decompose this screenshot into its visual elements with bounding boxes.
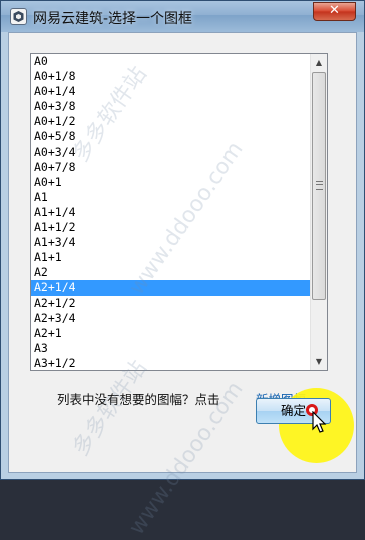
list-item[interactable]: A0 — [31, 54, 311, 69]
mouse-cursor-icon — [312, 411, 327, 433]
list-item[interactable]: A1+1/4 — [31, 205, 311, 220]
dialog-window: 网易云建筑-选择一个图框 ✕ A0 A0+1/8 A0+1/4 A0+3/8 A0+1/… — [0, 0, 365, 540]
frame-listbox[interactable]: A0 A0+1/8 A0+1/4 A0+3/8 A0+1/2 A0+5/8 A0+3/4 A0… — [30, 53, 328, 371]
list-item[interactable]: A1+3/4 — [31, 235, 311, 250]
list-item[interactable]: A1 — [31, 190, 311, 205]
frame-list[interactable]: A0 A0+1/8 A0+1/4 A0+3/8 A0+1/2 A0+5/8 A0+3/4 A0… — [31, 54, 311, 370]
list-item[interactable]: A0+1/8 — [31, 69, 311, 84]
list-item[interactable]: A0+3/4 — [31, 145, 311, 160]
list-item[interactable]: A2+1/4 — [31, 280, 311, 296]
list-item[interactable]: A3+1/2 — [31, 356, 311, 370]
hint-text: 列表中没有想要的图幅？点击 — [57, 392, 220, 407]
list-item[interactable]: A2+3/4 — [31, 311, 311, 326]
list-item[interactable]: A0+7/8 — [31, 160, 311, 175]
list-item[interactable]: A1+1/2 — [31, 220, 311, 235]
list-item[interactable]: A3 — [31, 341, 311, 356]
list-item[interactable]: A0+1/4 — [31, 84, 311, 99]
list-item[interactable]: A2+1 — [31, 326, 311, 341]
scroll-up-icon[interactable]: ▲ — [311, 54, 327, 71]
scroll-down-icon[interactable]: ▼ — [311, 353, 327, 370]
list-item[interactable]: A0+5/8 — [31, 129, 311, 144]
list-item[interactable]: A0+1/2 — [31, 114, 311, 129]
app-icon — [10, 8, 27, 25]
list-item[interactable]: A0+3/8 — [31, 99, 311, 114]
list-item[interactable]: A0+1 — [31, 175, 311, 190]
list-item[interactable]: A2 — [31, 265, 311, 280]
grip-icon — [316, 181, 323, 190]
list-item[interactable]: A2+1/2 — [31, 296, 311, 311]
title-bar[interactable]: 网易云建筑-选择一个图框 ✕ — [1, 1, 364, 32]
close-button[interactable]: ✕ — [313, 2, 356, 21]
list-item[interactable]: A1+1 — [31, 250, 311, 265]
vertical-scrollbar[interactable]: ▲ ▼ — [310, 54, 327, 370]
window-title: 网易云建筑-选择一个图框 — [33, 11, 193, 27]
scroll-thumb[interactable] — [312, 72, 326, 300]
